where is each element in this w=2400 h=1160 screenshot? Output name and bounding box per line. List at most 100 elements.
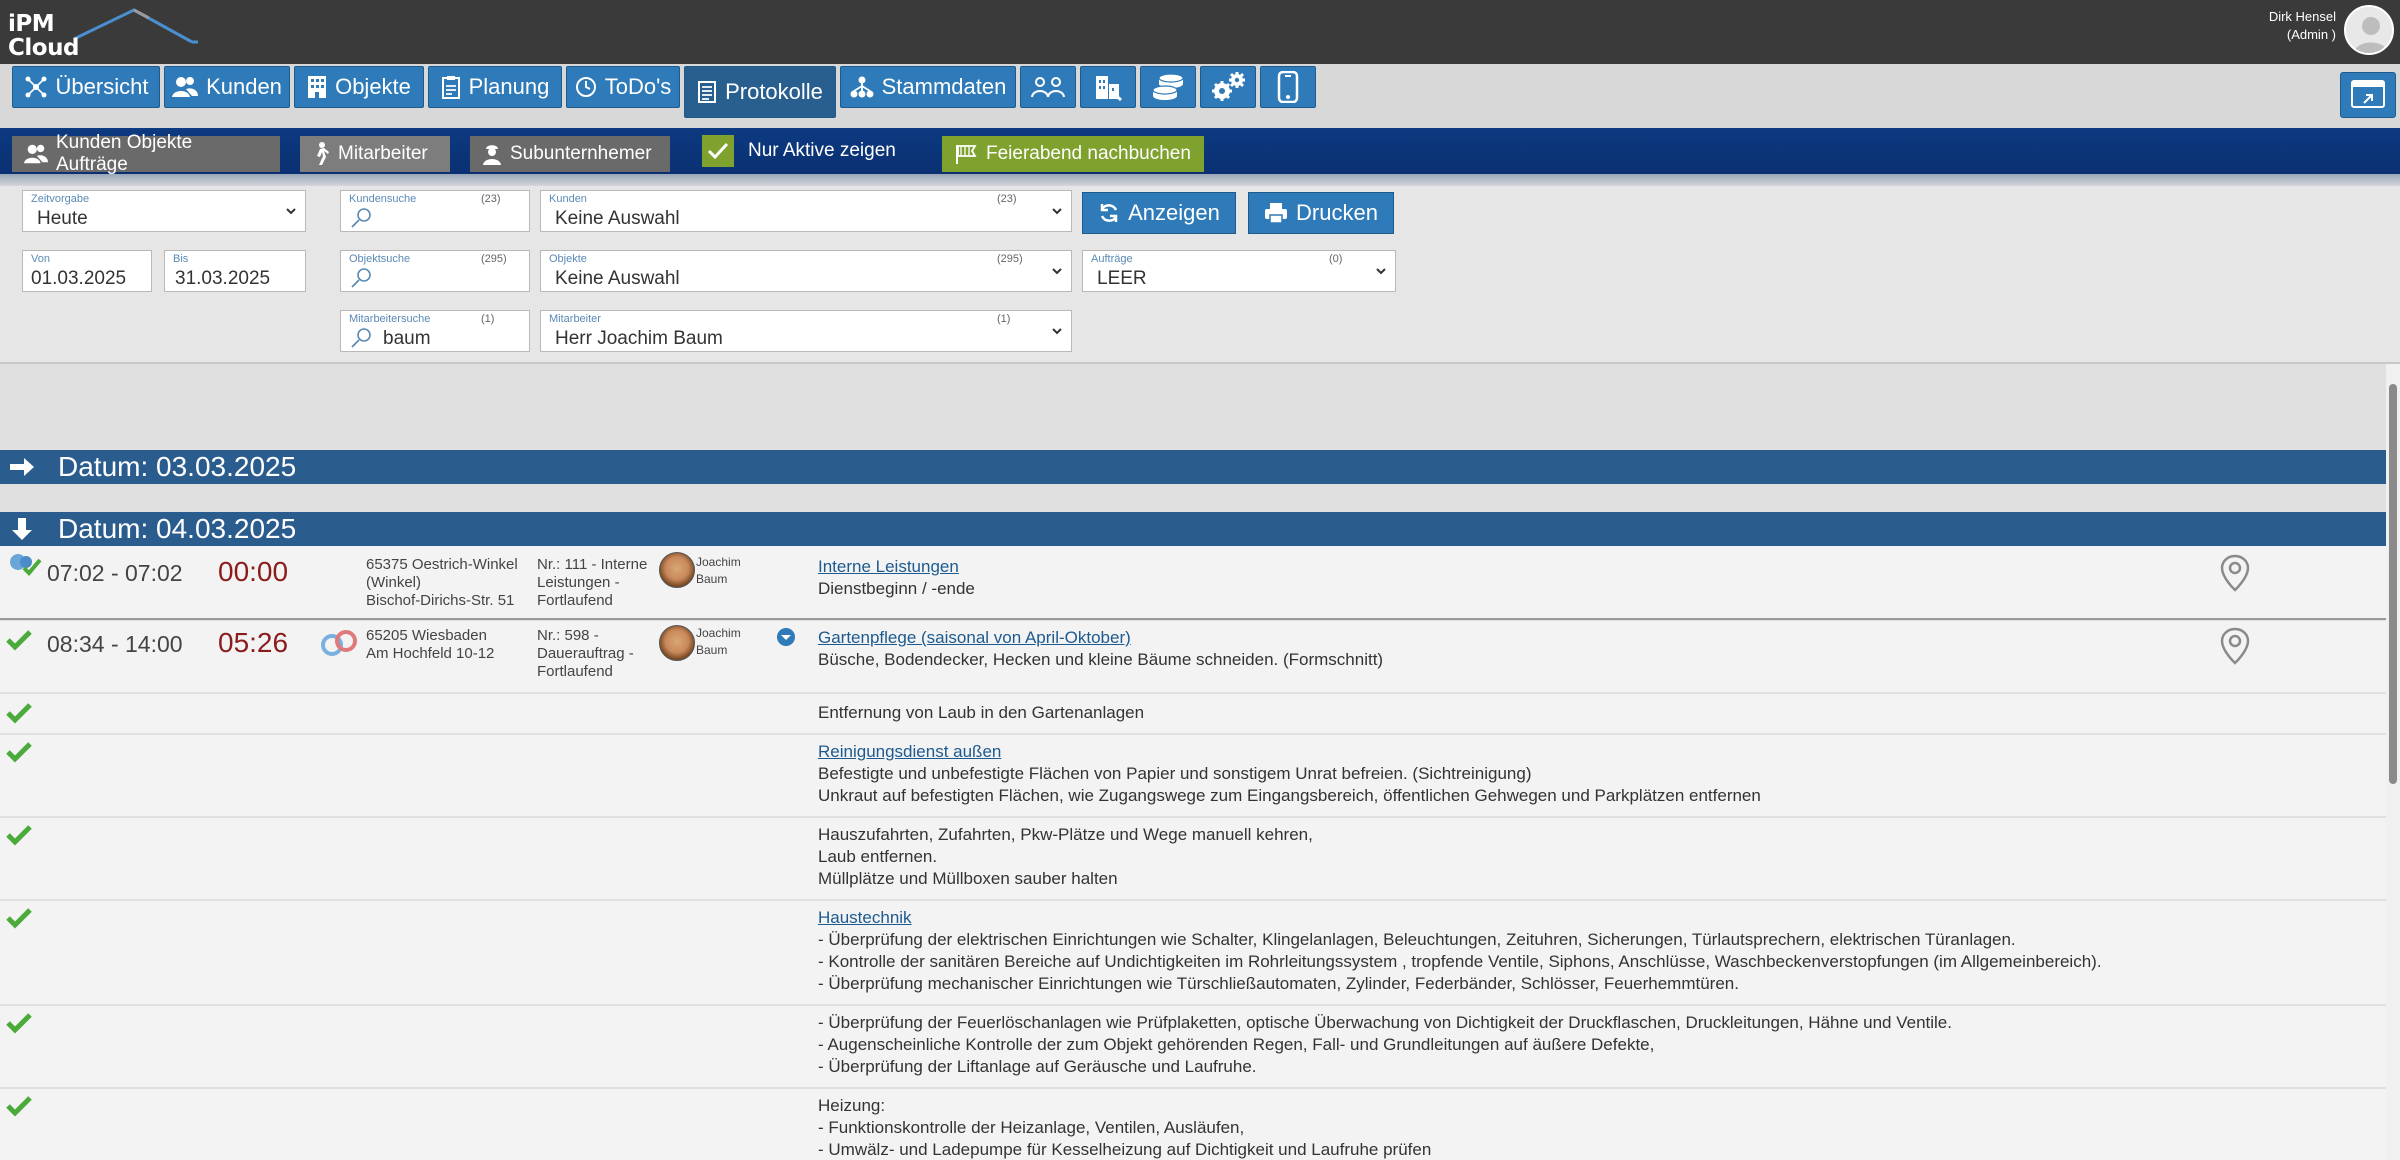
building-icon <box>308 76 327 98</box>
tab-stammdaten[interactable]: Stammdaten <box>840 66 1016 108</box>
tab-kunden[interactable]: Kunden <box>164 66 290 108</box>
tab-planung[interactable]: Planung <box>428 66 562 108</box>
table-row[interactable]: 07:02 - 07:02 00:00 65375 Oestrich-Winke… <box>0 546 2386 620</box>
task-row: Haustechnik - Überprüfung der elektrisch… <box>0 901 2386 1005</box>
app-logo[interactable]: iPM Cloud <box>4 4 198 62</box>
duration: 00:00 <box>218 556 289 587</box>
task-line: - Augenscheinliche Kontrolle der zum Obj… <box>818 1035 1655 1054</box>
task-row: Entfernung von Laub in den Gartenanlagen <box>0 694 2386 734</box>
date-group-header[interactable]: Datum: 04.03.2025 <box>0 512 2386 546</box>
tab-mobile[interactable] <box>1260 66 1316 108</box>
employee-name: Joachim Baum <box>696 625 741 659</box>
order-line: Nr.: 598 - <box>537 627 599 644</box>
field-label: Kunden <box>549 193 587 205</box>
order-number: Nr.: 598 - Dauerauftrag - Fortlaufend <box>537 627 634 681</box>
tab-cities[interactable] <box>1080 66 1136 108</box>
field-count: (23) <box>481 193 501 205</box>
address-line: 65205 Wiesbaden <box>366 627 487 644</box>
date-from-field[interactable]: Von 01.03.2025 <box>22 250 152 292</box>
scrollbar-thumb[interactable] <box>2389 384 2397 784</box>
chevron-down-icon <box>1052 328 1062 335</box>
tab-label: Kunden <box>206 74 282 99</box>
field-value: Herr Joachim Baum <box>555 328 723 349</box>
tab-settings[interactable] <box>1200 66 1256 108</box>
only-active-checkbox[interactable] <box>702 135 734 167</box>
date-group-header[interactable]: Datum: 03.03.2025 <box>0 450 2386 484</box>
printer-icon <box>1265 203 1288 224</box>
mobile-icon <box>1277 71 1299 103</box>
customers-objects-orders-button[interactable]: Kunden Objekte Aufträge <box>12 132 280 175</box>
avatar[interactable] <box>2344 5 2394 55</box>
task-title-link[interactable]: Reinigungsdienst außen <box>818 741 1761 763</box>
map-pin-icon[interactable] <box>2220 627 2250 665</box>
task-row: Hauszufahrten, Zufahrten, Pkw-Plätze und… <box>0 818 2386 900</box>
task-line: - Überprüfung der elektrischen Einrichtu… <box>818 930 2016 949</box>
map-pin-icon[interactable] <box>2220 554 2250 592</box>
coins-icon <box>1152 73 1184 100</box>
fullscreen-button[interactable] <box>2340 72 2396 118</box>
print-button[interactable]: Drucken <box>1248 192 1394 234</box>
tab-team[interactable] <box>1020 66 1076 108</box>
zeitvorgabe-select[interactable]: Zeitvorgabe Heute <box>22 190 306 232</box>
expand-circle-icon[interactable] <box>776 627 796 647</box>
user-placeholder-icon <box>2354 17 2388 53</box>
task-line: - Überprüfung der Feuerlöschanlagen wie … <box>818 1013 1952 1032</box>
field-label: Mitarbeiter <box>549 313 601 325</box>
tab-todos[interactable]: ToDo's <box>566 66 680 108</box>
only-active-toggle[interactable]: Nur Aktive zeigen <box>702 135 896 167</box>
field-label: Von <box>31 253 50 265</box>
field-count: (295) <box>997 253 1023 265</box>
address-line: (Winkel) <box>366 574 421 591</box>
service-block: Interne Leistungen Dienstbeginn / -ende <box>818 556 975 600</box>
tab-objekte[interactable]: Objekte <box>294 66 424 108</box>
show-button[interactable]: Anzeigen <box>1082 192 1236 234</box>
task-title-link[interactable]: Haustechnik <box>818 907 2102 929</box>
user-info[interactable]: Dirk Hensel (Admin ) <box>2269 8 2336 44</box>
checkmark-icon <box>6 742 32 763</box>
users-icon <box>172 77 199 97</box>
task-row: - Überprüfung der Feuerlöschanlagen wie … <box>0 1006 2386 1088</box>
table-row[interactable]: 08:34 - 14:00 05:26 65205 Wiesbaden Am H… <box>0 621 2386 693</box>
employee-search-input[interactable]: Mitarbeitersuche (1) baum <box>340 310 530 352</box>
employee-first-name: Joachim <box>696 555 741 569</box>
protocol-list: Datum: 03.03.2025 Datum: 04.03.2025 07:0… <box>0 364 2386 1160</box>
customers-select[interactable]: Kunden (23) Keine Auswahl <box>540 190 1072 232</box>
vertical-scrollbar[interactable] <box>2386 364 2400 1160</box>
tab-label: Übersicht <box>55 74 149 99</box>
recurring-order-icon <box>321 630 357 656</box>
service-title-link[interactable]: Gartenpflege (saisonal von April-Oktober… <box>818 627 1383 649</box>
address-line: Am Hochfeld 10-12 <box>366 645 495 662</box>
avatar <box>659 625 695 661</box>
avatar <box>659 552 695 588</box>
logo-line2: Cloud <box>8 35 79 61</box>
objects-select[interactable]: Objekte (295) Keine Auswahl <box>540 250 1072 292</box>
date-to-field[interactable]: Bis 31.03.2025 <box>164 250 306 292</box>
service-title-link[interactable]: Interne Leistungen <box>818 556 975 578</box>
search-icon <box>351 208 371 228</box>
task-line: - Umwälz- und Ladepumpe für Kesselheizun… <box>818 1140 1432 1159</box>
field-value: Heute <box>37 208 88 229</box>
employee-select[interactable]: Mitarbeiter (1) Herr Joachim Baum <box>540 310 1072 352</box>
address: 65375 Oestrich-Winkel (Winkel) Bischof-D… <box>366 556 518 610</box>
field-label: Bis <box>173 253 189 265</box>
employee-last-name: Baum <box>696 572 728 586</box>
chevron-down-icon <box>286 208 296 215</box>
service-line: Dienstbeginn / -ende <box>818 579 975 598</box>
customer-search-input[interactable]: Kundensuche (23) <box>340 190 530 232</box>
worker-icon <box>483 145 501 165</box>
field-count: (0) <box>1329 253 1343 265</box>
tab-finance[interactable] <box>1140 66 1196 108</box>
search-icon <box>351 328 371 348</box>
tab-label: Planung <box>468 74 550 99</box>
task-row: Reinigungsdienst außen Befestigte und un… <box>0 735 2386 817</box>
subcontractor-button[interactable]: Subunternhemer <box>470 136 670 172</box>
post-closing-time-button[interactable]: Feierabend nachbuchen <box>942 136 1204 172</box>
button-label: Kunden Objekte Aufträge <box>55 132 193 175</box>
object-search-input[interactable]: Objektsuche (295) <box>340 250 530 292</box>
tab-label: Stammdaten <box>881 74 1007 99</box>
orders-select[interactable]: Aufträge (0) LEER <box>1082 250 1396 292</box>
tab-uebersicht[interactable]: Übersicht <box>12 66 160 108</box>
tab-protokolle[interactable]: Protokolle <box>684 66 836 118</box>
employees-button[interactable]: Mitarbeiter <box>300 136 450 172</box>
hierarchy-icon <box>850 76 874 98</box>
